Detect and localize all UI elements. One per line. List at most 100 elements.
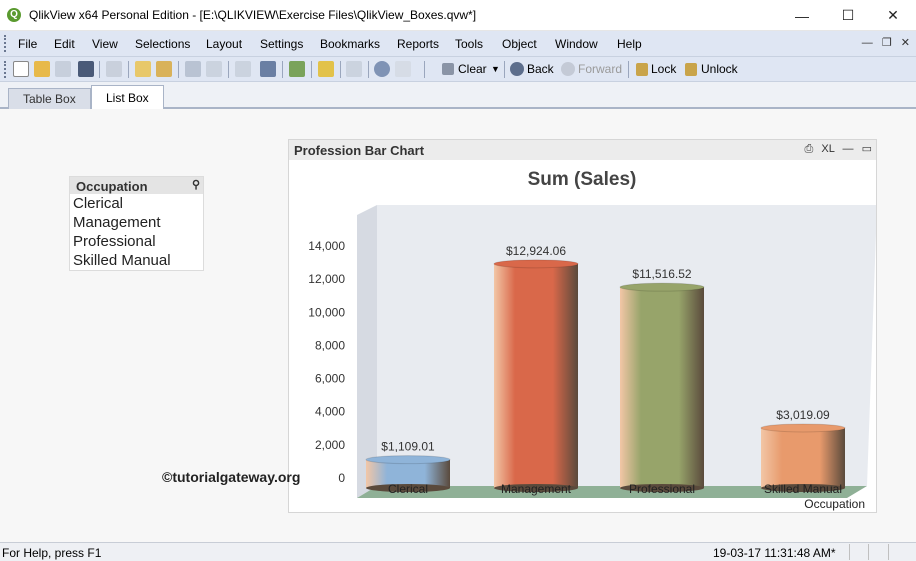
reload-icon[interactable] [55,61,71,77]
clear-dropdown-chevron-icon[interactable]: ▼ [491,64,500,74]
chart-plot[interactable]: Sum (Sales) 0 2,000 4,000 6,000 8,000 10,000 12… [289,160,876,512]
lock-button[interactable]: Lock [651,62,676,76]
bar [620,287,704,488]
x-tick-label: Clerical [388,482,428,496]
bar-top [493,259,579,269]
menu-grip[interactable] [4,35,7,52]
minimize-icon[interactable]: — [843,143,854,155]
title-bar: Q QlikView x64 Personal Edition - [E:\QL… [0,0,916,31]
toolbar-separator [178,61,179,78]
print-icon[interactable]: ⎙ [805,143,814,155]
forward-button[interactable]: Forward [578,62,622,76]
status-divider [888,544,889,560]
lock-icon [636,63,648,76]
chart-caption[interactable]: Profession Bar Chart ⎙ XL — ▭ [289,140,876,160]
save-icon[interactable] [78,61,94,77]
open-folder-icon[interactable] [34,61,50,77]
unlock-icon [685,63,697,76]
qlikview-app-icon: Q [7,8,21,22]
mdi-restore-icon[interactable]: ❐ [882,37,892,49]
menu-window[interactable]: Window [555,37,598,51]
data-label: $3,019.09 [776,408,830,422]
x-tick-label: Skilled Manual [764,482,842,496]
new-document-icon[interactable] [13,61,29,77]
menu-help[interactable]: Help [617,37,642,51]
list-item[interactable]: Clerical [70,194,203,213]
tab-list-box[interactable]: List Box [91,85,164,110]
bar [494,263,578,488]
menu-edit[interactable]: Edit [54,37,75,51]
status-divider [868,544,869,560]
y-tick-label: 4,000 [315,405,345,419]
menu-file[interactable]: File [18,37,37,51]
search-icon[interactable] [235,61,251,77]
y-tick-label: 12,000 [308,272,345,286]
x-tick-label: Professional [629,482,695,496]
status-bar: For Help, press F1 19-03-17 11:31:48 AM* [0,542,916,561]
chart-title: Sum (Sales) [528,169,637,190]
help-icon[interactable] [374,61,390,77]
tab-table-box[interactable]: Table Box [8,88,91,109]
send-to-excel-icon[interactable]: XL [821,143,834,155]
y-tick-label: 2,000 [315,438,345,452]
mdi-close-icon[interactable]: ✕ [901,37,910,49]
menu-tools[interactable]: Tools [455,37,483,51]
y-tick-label: 6,000 [315,372,345,386]
toolbar-separator [368,61,369,78]
print-icon[interactable] [106,61,122,77]
toolbar-separator [311,61,312,78]
redo-icon[interactable] [206,61,222,77]
menu-object[interactable]: Object [502,37,537,51]
toolbar-separator [340,61,341,78]
maximize-icon[interactable]: ▭ [862,143,872,155]
toolbar-separator [99,61,100,78]
watermark-text: ©tutorialgateway.org [162,469,301,485]
unlock-button[interactable]: Unlock [701,62,738,76]
clear-button[interactable]: Clear [458,62,487,76]
list-item[interactable]: Skilled Manual [70,251,203,270]
bar-top [619,282,705,292]
menu-selections[interactable]: Selections [135,37,190,51]
bookmark-star-icon[interactable] [318,61,334,77]
toolbar-separator [228,61,229,78]
minimize-button[interactable]: — [779,0,825,31]
chart-caption-buttons: ⎙ XL — ▭ [800,142,872,156]
edit-report-icon[interactable] [346,61,362,77]
toolbar-separator [128,61,129,78]
close-button[interactable]: ✕ [870,0,916,31]
status-help-text: For Help, press F1 [2,546,102,560]
maximize-button[interactable]: ☐ [825,0,871,31]
back-button[interactable]: Back [527,62,554,76]
list-box-title: Occupation [76,179,148,194]
reload-script-icon[interactable] [156,61,172,77]
occupation-list-box: Occupation ⚲ Clerical Management Profess… [69,176,204,271]
bar-top [760,423,846,433]
toolbar-separator [504,61,505,78]
window-title: QlikView x64 Personal Edition - [E:\QLIK… [29,8,477,22]
list-box-caption[interactable]: Occupation ⚲ [70,177,203,194]
menu-bar: File Edit View Selections Layout Setting… [0,31,916,57]
menu-settings[interactable]: Settings [260,37,303,51]
menu-layout[interactable]: Layout [206,37,242,51]
mdi-minimize-icon[interactable]: — [862,37,873,49]
list-item[interactable]: Management [70,213,203,232]
toolbar-grip[interactable] [4,61,7,78]
menu-reports[interactable]: Reports [397,37,439,51]
data-label: $11,516.52 [632,267,691,281]
toolbar-separator [424,61,425,78]
forward-arrow-icon [561,62,575,76]
menu-view[interactable]: View [92,37,118,51]
current-selections-icon[interactable] [260,61,276,77]
status-divider [849,544,850,560]
y-tick-label: 10,000 [308,305,345,319]
search-icon[interactable]: ⚲ [192,178,200,191]
toolbar-separator [282,61,283,78]
y-tick-label: 8,000 [315,338,345,352]
menu-bookmarks[interactable]: Bookmarks [320,37,380,51]
undo-icon[interactable] [185,61,201,77]
y-tick-label: 0 [338,471,345,485]
list-item[interactable]: Professional [70,232,203,251]
context-help-icon[interactable] [395,61,411,77]
chart-wizard-icon[interactable] [289,61,305,77]
edit-script-icon[interactable] [135,61,151,77]
